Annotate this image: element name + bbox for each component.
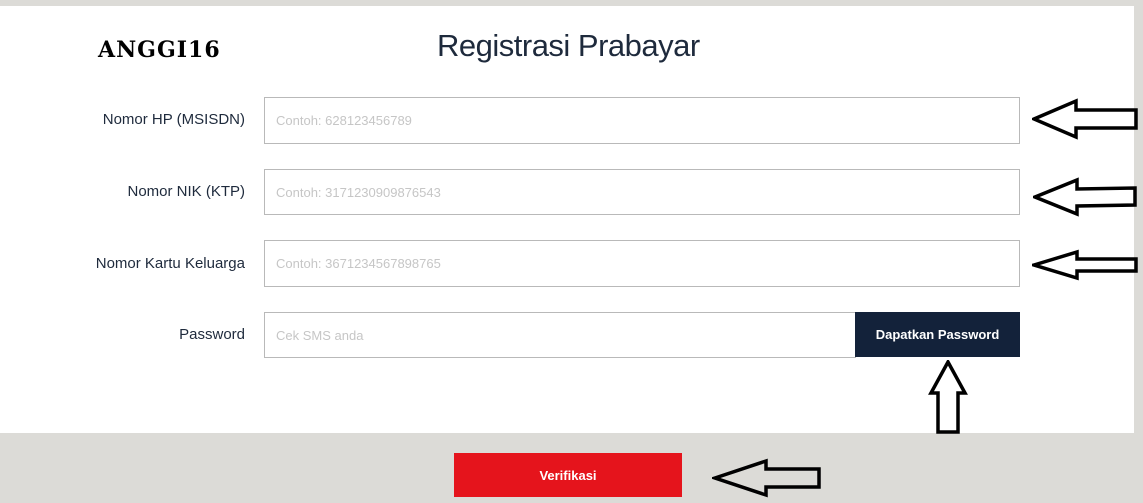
kk-input[interactable] [264,240,1020,287]
phone-label: Nomor HP (MSISDN) [102,111,245,128]
password-input[interactable] [264,312,856,358]
nik-input[interactable] [264,169,1020,215]
hollow-arrow-icon-left-nik [1033,177,1137,217]
nik-label: Nomor NIK (KTP) [127,183,245,200]
verify-button[interactable]: Verifikasi [454,453,682,497]
hollow-arrow-icon-left-phone [1032,98,1138,140]
hollow-arrow-icon-left-verify [712,458,821,498]
watermark-text: ANGGI16 [98,37,221,63]
page-title: Registrasi Prabayar [437,28,700,63]
phone-input[interactable] [264,97,1020,144]
scroll-edge [1134,6,1143,433]
hollow-arrow-icon-up [928,360,968,434]
get-password-button[interactable]: Dapatkan Password [855,312,1020,357]
kk-label: Nomor Kartu Keluarga [95,255,245,272]
hollow-arrow-icon-left-kk [1032,249,1138,281]
password-label: Password [179,326,245,343]
